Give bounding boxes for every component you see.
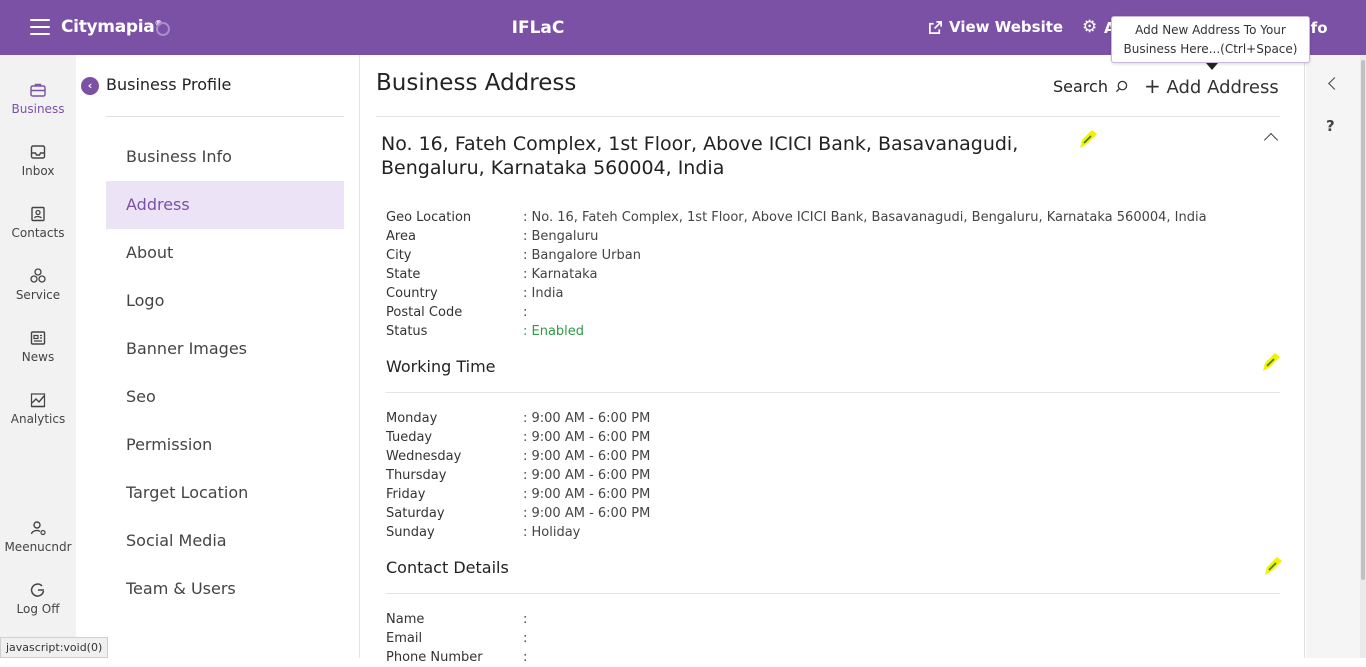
analytics-icon <box>30 393 46 408</box>
status-badge: : Enabled <box>523 324 585 339</box>
business-name-title: IFLaC <box>511 18 565 38</box>
profile-title: Business Profile <box>106 75 232 94</box>
nav-user[interactable]: Meenucndr <box>0 519 76 554</box>
search-button[interactable]: Search <box>1053 77 1128 96</box>
nav-service[interactable]: Service <box>0 267 76 302</box>
left-nav: Business Inbox Contacts Service News Ana… <box>0 55 76 658</box>
menu-social-media[interactable]: Social Media <box>106 517 344 565</box>
working-time-title: Working Time <box>386 357 496 376</box>
expand-panel-chevron-icon[interactable] <box>1328 77 1341 90</box>
scrollbar-thumb[interactable] <box>1361 60 1365 580</box>
menu-business-info[interactable]: Business Info <box>106 133 344 181</box>
gear-icon[interactable]: ⚙ <box>1082 17 1097 37</box>
divider <box>386 593 1280 594</box>
nav-analytics[interactable]: Analytics <box>0 391 76 426</box>
edit-contact-pencil-icon[interactable] <box>1261 555 1283 577</box>
address-heading: No. 16, Fateh Complex, 1st Floor, Above … <box>381 133 1019 179</box>
help-icon[interactable]: ? <box>1326 117 1335 135</box>
nav-logoff[interactable]: Log Off <box>0 581 76 616</box>
contact-details-title: Contact Details <box>386 558 509 577</box>
nav-contacts[interactable]: Contacts <box>0 205 76 240</box>
external-link-icon <box>929 20 942 34</box>
page-title: Business Address <box>376 70 577 96</box>
power-icon <box>30 583 45 597</box>
menu-about[interactable]: About <box>106 229 344 277</box>
menu-banner-images[interactable]: Banner Images <box>106 325 344 373</box>
menu-target-location[interactable]: Target Location <box>106 469 344 517</box>
user-gear-icon <box>30 521 46 536</box>
menu-team-users[interactable]: Team & Users <box>106 565 344 613</box>
back-chevron-icon[interactable]: ‹ <box>81 77 99 95</box>
view-website-link[interactable]: View Website <box>928 18 1063 36</box>
add-address-button[interactable]: + Add Address <box>1144 74 1279 98</box>
menu-logo[interactable]: Logo <box>106 277 344 325</box>
tooltip-arrow <box>1206 63 1218 70</box>
contacts-icon <box>31 206 45 222</box>
menu-seo[interactable]: Seo <box>106 373 344 421</box>
edit-working-time-pencil-icon[interactable] <box>1259 351 1281 373</box>
menu-permission[interactable]: Permission <box>106 421 344 469</box>
business-profile-panel: ‹ Business Profile Business Info Address… <box>76 55 360 658</box>
right-panel-strip: ? <box>1306 55 1360 658</box>
divider <box>376 116 1280 117</box>
nav-business[interactable]: Business <box>0 81 76 116</box>
edit-address-pencil-icon[interactable] <box>1076 128 1098 150</box>
news-icon <box>30 331 46 345</box>
nav-news[interactable]: News <box>0 329 76 364</box>
nav-inbox[interactable]: Inbox <box>0 143 76 178</box>
divider <box>106 116 344 117</box>
main-content: Business Address Search + Add Address No… <box>361 55 1305 665</box>
collapse-chevron-icon[interactable] <box>1263 132 1279 148</box>
search-icon <box>1115 80 1128 93</box>
divider <box>386 392 1280 393</box>
inbox-icon <box>30 145 46 159</box>
briefcase-icon <box>30 83 46 97</box>
menu-address[interactable]: Address <box>106 181 344 229</box>
browser-status-bar: javascript:void(0) <box>0 637 109 658</box>
plus-icon: + <box>1144 74 1161 98</box>
service-icon <box>30 268 46 283</box>
add-address-tooltip: Add New Address To Your Business Here...… <box>1111 16 1310 63</box>
